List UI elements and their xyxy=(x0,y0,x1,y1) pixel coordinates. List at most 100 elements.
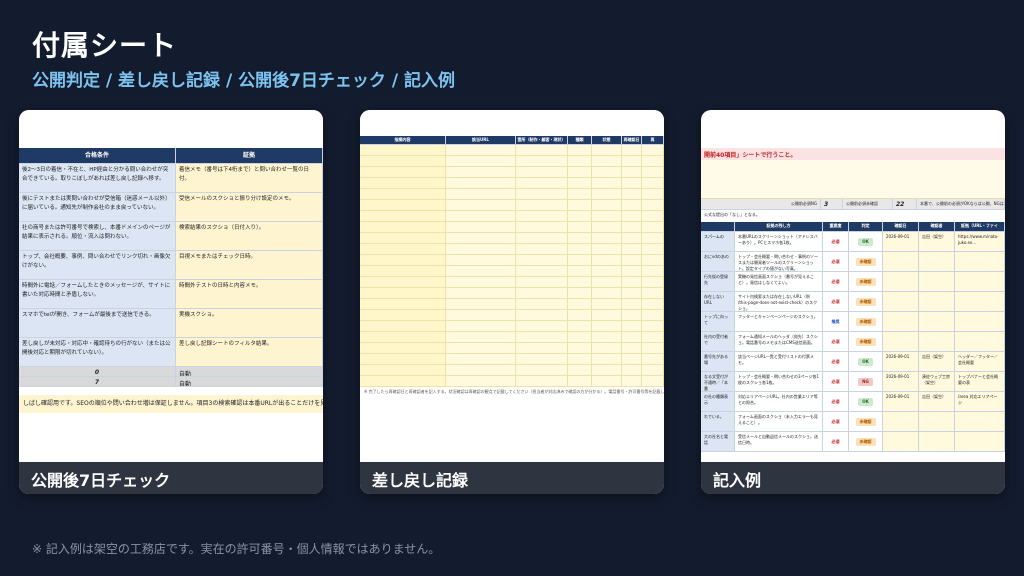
table-cell xyxy=(622,288,642,298)
status-badge: 未確認 xyxy=(855,278,876,286)
card-example[interactable]: 開前40項目」シートで行うこと。 公開前必須NG 3 公開前必須未確認 22 本… xyxy=(701,110,1005,494)
table-cell xyxy=(592,354,622,364)
table-cell xyxy=(955,432,1005,451)
table-cell xyxy=(568,200,592,210)
table-cell: 未確認 xyxy=(849,272,883,291)
table-cell xyxy=(516,145,568,155)
table-cell xyxy=(446,332,516,342)
table-cell xyxy=(516,222,568,232)
table-cell: 2026-09-01 xyxy=(883,232,919,251)
table-cell xyxy=(883,432,919,451)
table-cell xyxy=(516,255,568,265)
status-badge: 未確認 xyxy=(855,338,876,346)
table-cell xyxy=(516,332,568,342)
table-row xyxy=(360,343,664,354)
column-header: 該当URL xyxy=(446,136,516,144)
table-cell xyxy=(642,244,664,254)
table-cell xyxy=(516,354,568,364)
card-caption: 記入例 xyxy=(701,462,1005,494)
table-cell xyxy=(642,299,664,309)
column-header: 状態 xyxy=(592,136,622,144)
table-cell xyxy=(622,321,642,331)
table-row xyxy=(360,255,664,266)
column-header: 箇所（制作・顧客・現状） xyxy=(516,136,568,144)
table-cell xyxy=(516,288,568,298)
table-cell xyxy=(642,266,664,276)
column-header: 指摘内容 xyxy=(360,136,446,144)
table-cell xyxy=(360,255,446,265)
table-cell xyxy=(516,321,568,331)
table-cell xyxy=(568,255,592,265)
table-cell: スパームの xyxy=(701,232,735,251)
table-cell xyxy=(919,332,955,351)
table-cell xyxy=(516,299,568,309)
table-cell xyxy=(592,343,622,353)
table-row: スマホでtelが開き、フォームが最後まで送信できる。 実機スクショ。 xyxy=(19,309,323,338)
importance-label: 推奨 xyxy=(831,319,840,324)
table-row xyxy=(360,244,664,255)
table-cell: NG xyxy=(849,372,883,391)
table-cell xyxy=(592,288,622,298)
table-cell xyxy=(568,321,592,331)
evidence-cell: 時間外テストの日時と内容メモ。 xyxy=(176,280,323,308)
table-cell xyxy=(568,343,592,353)
table-cell xyxy=(592,310,622,320)
table-cell xyxy=(592,255,622,265)
table-cell xyxy=(446,178,516,188)
table-cell xyxy=(919,272,955,291)
table-row: スパームの 本番URLのスクリーンショット（アドレスバーあり）。PCとスマホ各1枚… xyxy=(701,232,1005,252)
table-cell xyxy=(622,156,642,166)
table-cell xyxy=(446,354,516,364)
table-cell xyxy=(568,178,592,188)
table-cell: https://www.minato-juko.ex... xyxy=(955,232,1005,251)
table-cell xyxy=(446,222,516,232)
table-cell: 必須 xyxy=(823,332,849,351)
summary-value: 0 xyxy=(19,367,176,376)
table-cell xyxy=(592,244,622,254)
table-cell xyxy=(919,292,955,311)
table-cell xyxy=(516,167,568,177)
column-header: 再確認日 xyxy=(622,136,642,144)
table-cell xyxy=(446,343,516,353)
table-cell xyxy=(360,299,446,309)
table-cell xyxy=(642,354,664,364)
table-row: 社内の受付者で フォーム通知メールのヘッダ（宛先）スクショ。電話番号のメモまたはC… xyxy=(701,332,1005,352)
table-cell xyxy=(568,332,592,342)
evidence-cell: 目視メモまたはチェック日時。 xyxy=(176,251,323,279)
table-cell xyxy=(592,332,622,342)
table-cell: トップに向って xyxy=(701,312,735,331)
table-row xyxy=(360,189,664,200)
status-badge: 未確認 xyxy=(855,438,876,446)
summary-label: 自動 xyxy=(176,367,323,376)
column-header: 証拠の残し方 xyxy=(735,222,823,231)
condition-cell: 後にテストまたは実問い合わせが受信箱（迷惑メール以外）に届いている。通知先が制作… xyxy=(19,193,176,221)
table-cell xyxy=(919,252,955,271)
table-cell: OK xyxy=(849,232,883,251)
table-cell xyxy=(360,156,446,166)
card-caption: 公開後7日チェック xyxy=(19,462,323,494)
table-cell xyxy=(592,145,622,155)
table-cell: 未確認 xyxy=(849,332,883,351)
table-cell xyxy=(642,145,664,155)
table-cell xyxy=(592,233,622,243)
evidence-cell: 受信メールのスクショと振り分け設定のメモ。 xyxy=(176,193,323,221)
card-revision-log[interactable]: 指摘内容 該当URL 箇所（制作・顧客・現状） 種類 状態 再確認日再 ※ 完了したら再確… xyxy=(360,110,664,494)
table-cell xyxy=(919,312,955,331)
table-cell: フォーム通知メールのヘッダ（宛先）スクショ。電話番号のメモまたはCMS送信画面。 xyxy=(735,332,823,351)
table-cell xyxy=(883,312,919,331)
table-row: 行先仮の登録先 実機の発信画面スクショ（番号が見えること）。発信はしなくてよい。 必… xyxy=(701,272,1005,292)
table-cell: 番号先がある場 xyxy=(701,352,735,371)
table-row xyxy=(360,299,664,310)
card-post-publish-check[interactable]: 合格条件 証拠 後2〜3日の着信・不在と、HP経由と分かる問い合わせが突合できて… xyxy=(19,110,323,494)
table-cell: 必須 xyxy=(823,372,849,391)
stat-label: 公開前必須NG xyxy=(701,199,821,209)
table-cell xyxy=(568,376,592,386)
sheet-footnote: しばし確認用です。SEOの順位や問い合わせ増は保証しません。項目3の検索確認は本… xyxy=(19,395,323,413)
table-cell xyxy=(360,266,446,276)
table-cell xyxy=(592,167,622,177)
table-cell xyxy=(446,233,516,243)
table-cell xyxy=(642,365,664,375)
column-header: 証拠（URL・ファイ xyxy=(955,222,1005,231)
column-header: 確認日 xyxy=(883,222,919,231)
table-row xyxy=(360,233,664,244)
